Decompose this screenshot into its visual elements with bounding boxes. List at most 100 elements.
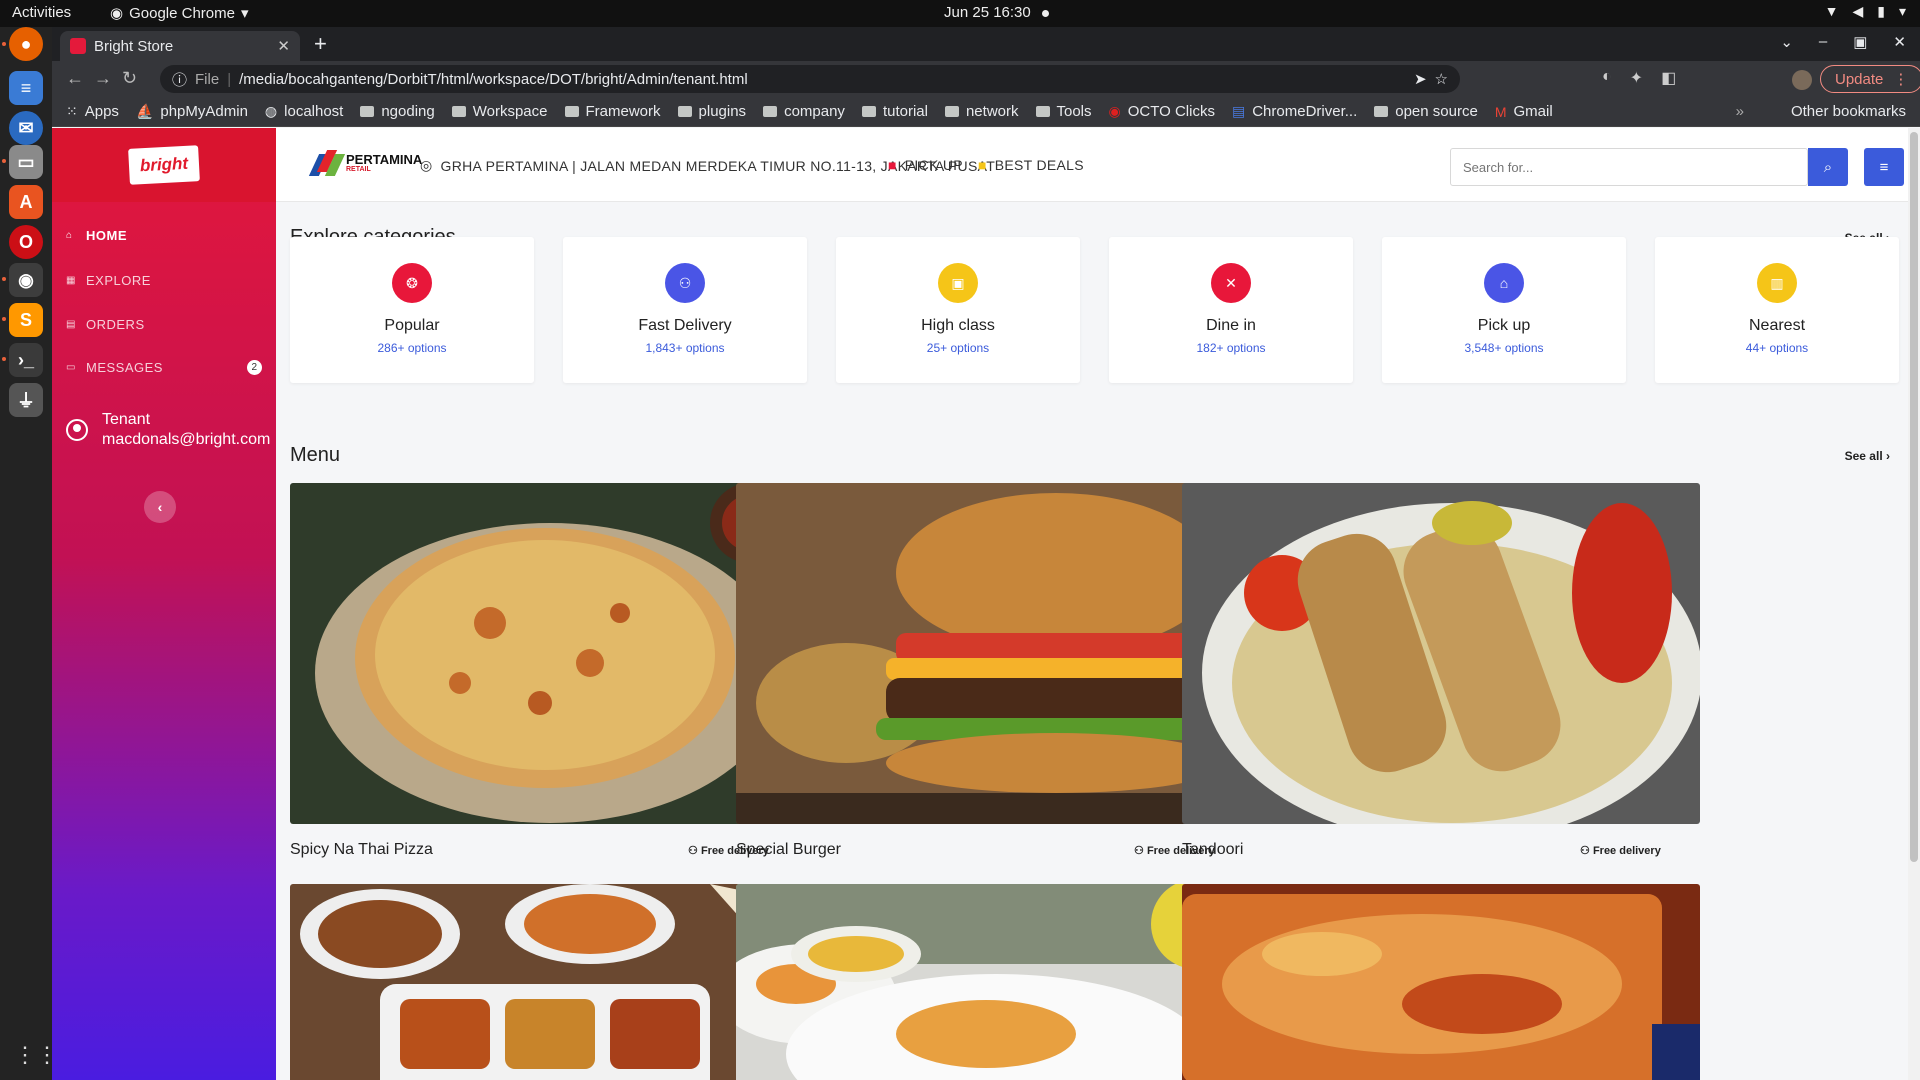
terminal-icon[interactable]: ›_ xyxy=(9,343,43,377)
store-icon: ⌂ xyxy=(1484,263,1524,303)
filter-icon: ≡ xyxy=(1879,158,1889,176)
menu-see-all[interactable]: See all › xyxy=(1845,449,1890,463)
close-window-button[interactable]: ✕ xyxy=(1893,33,1906,51)
files-icon[interactable]: ▭ xyxy=(9,145,43,179)
reload-button[interactable]: ↻ xyxy=(122,68,137,89)
collapse-sidebar-button[interactable]: ‹ xyxy=(144,491,176,523)
chrome-icon[interactable]: ◉ xyxy=(9,263,43,297)
send-icon[interactable]: ➤ xyxy=(1414,70,1427,88)
brand-logo-area[interactable]: bright xyxy=(52,128,276,202)
more-icon: ⋮ xyxy=(1893,71,1909,88)
address-bar[interactable]: ⓘ File | /media/bocahganteng/DorbitT/htm… xyxy=(160,65,1460,93)
bookmark-label: ngoding xyxy=(381,103,435,120)
bookmark-localhost[interactable]: ◍ localhost xyxy=(265,103,343,120)
menu-item-name[interactable]: Tandoori xyxy=(1182,841,1243,859)
bookmark-network[interactable]: network xyxy=(944,103,1019,120)
pizza-image[interactable] xyxy=(290,483,808,824)
filter-button[interactable]: ≡ xyxy=(1864,148,1904,186)
bookmark-label: Gmail xyxy=(1513,103,1553,120)
bookmark-chromedriver[interactable]: ▤ ChromeDriver... xyxy=(1232,103,1357,120)
menu-item-name[interactable]: Special Burger xyxy=(736,841,841,859)
bookmark-ngoding[interactable]: ngoding xyxy=(360,103,435,120)
bookmark-open-source[interactable]: open source xyxy=(1374,103,1478,120)
profile-avatar[interactable] xyxy=(1792,70,1812,90)
favicon-icon xyxy=(70,38,86,54)
bookmark-company[interactable]: company xyxy=(763,103,845,120)
app-menu[interactable]: ◉ Google Chrome ▾ xyxy=(110,4,249,23)
usb-drive-icon[interactable]: ⏚ xyxy=(9,383,43,417)
info-icon[interactable]: ⓘ xyxy=(172,69,187,90)
firefox-icon[interactable]: ● xyxy=(9,27,43,61)
search-button[interactable]: ⌕ xyxy=(1808,148,1848,186)
bookmark-workspace[interactable]: Workspace xyxy=(451,103,548,120)
puzzle-icon[interactable]: ✦ xyxy=(1630,68,1643,88)
menu-item-name[interactable]: Spicy Na Thai Pizza xyxy=(290,841,433,859)
pickup-link[interactable]: ■ PICK UP xyxy=(888,157,963,173)
extension-icon[interactable]: ◐ xyxy=(1602,68,1612,88)
text-editor-icon[interactable]: ≡ xyxy=(9,71,43,105)
user-role: Tenant xyxy=(102,411,151,428)
octo-icon: ◉ xyxy=(1108,103,1121,119)
search-input[interactable] xyxy=(1450,148,1808,186)
category-name: Dine in xyxy=(1206,317,1256,334)
bookmark-gmail[interactable]: M Gmail xyxy=(1495,103,1553,120)
minimize-button[interactable]: – xyxy=(1819,33,1827,51)
best-deals-link[interactable]: ■ BEST DEALS xyxy=(978,157,1084,173)
bag-icon: ■ xyxy=(888,157,897,173)
category-card-dine-in[interactable]: ✕ Dine in 182+ options xyxy=(1109,237,1353,383)
category-card-popular[interactable]: ❂ Popular 286+ options xyxy=(290,237,534,383)
user-email: macdonals@bright.com xyxy=(102,431,271,448)
bookmark-octo-clicks[interactable]: ◉ OCTO Clicks xyxy=(1109,103,1215,120)
forward-button[interactable]: → xyxy=(94,68,112,89)
update-button[interactable]: Update ⋮ xyxy=(1820,65,1920,93)
nav-explore[interactable]: ▦ EXPLORE xyxy=(66,273,262,288)
back-button[interactable]: ← xyxy=(66,68,84,89)
chevron-more-icon[interactable]: » xyxy=(1736,103,1744,120)
nav-messages[interactable]: ▭ MESSAGES 2 xyxy=(66,360,262,375)
app-sidebar: bright ⌂ HOME ▦ EXPLORE ▤ ORDERS ▭ MESSA… xyxy=(52,128,276,1080)
other-bookmarks[interactable]: Other bookmarks xyxy=(1784,103,1906,120)
bookmark-apps[interactable]: ⁙ Apps xyxy=(66,103,119,120)
nav-home[interactable]: ⌂ HOME xyxy=(66,228,262,243)
burger-image[interactable] xyxy=(736,483,1254,824)
nav-orders[interactable]: ▤ ORDERS xyxy=(66,317,262,332)
thunderbird-icon[interactable]: ✉ xyxy=(9,111,43,145)
sublime-icon[interactable]: S xyxy=(9,303,43,337)
system-top-bar: Activities ◉ Google Chrome ▾ Jun 25 16:3… xyxy=(0,0,1920,27)
wallet-icon: ▣ xyxy=(938,263,978,303)
browser-tab[interactable]: Bright Store ✕ xyxy=(60,31,300,61)
side-panel-icon[interactable]: ◧ xyxy=(1661,68,1676,88)
category-card-nearest[interactable]: ▥ Nearest 44+ options xyxy=(1655,237,1899,383)
software-center-icon[interactable]: A xyxy=(9,185,43,219)
opera-icon[interactable]: O xyxy=(9,225,43,259)
category-card-high-class[interactable]: ▣ High class 25+ options xyxy=(836,237,1080,383)
url-text: /media/bocahganteng/DorbitT/html/workspa… xyxy=(239,70,748,88)
star-icon[interactable]: ☆ xyxy=(1435,70,1448,88)
activities-button[interactable]: Activities xyxy=(12,4,71,21)
rice-platter-image[interactable] xyxy=(290,884,808,1080)
tandoori-image[interactable] xyxy=(1182,483,1700,824)
nav-label: EXPLORE xyxy=(86,273,151,288)
bookmark-tutorial[interactable]: tutorial xyxy=(861,103,928,120)
category-card-pick-up[interactable]: ⌂ Pick up 3,548+ options xyxy=(1382,237,1626,383)
scrollbar-thumb[interactable] xyxy=(1910,132,1918,862)
apps-grid-icon: ⁙ xyxy=(66,103,78,119)
bookmark-phpmyadmin[interactable]: ⛵ phpMyAdmin xyxy=(136,103,248,120)
page-scrollbar[interactable] xyxy=(1908,128,1920,1080)
seafood-image[interactable] xyxy=(736,884,1254,1080)
pertamina-brand[interactable]: PERTAMINA RETAIL xyxy=(308,150,422,176)
lasagna-image[interactable] xyxy=(1182,884,1700,1080)
clock[interactable]: Jun 25 16:30 xyxy=(944,4,1031,21)
category-card-fast-delivery[interactable]: ⚇ Fast Delivery 1,843+ options xyxy=(563,237,807,383)
bookmark-tools[interactable]: Tools xyxy=(1035,103,1092,120)
deal-tag-icon: ■ xyxy=(978,157,987,173)
bookmark-label: ChromeDriver... xyxy=(1252,103,1358,120)
tab-search-icon[interactable]: ⌄ xyxy=(1780,33,1793,51)
bookmark-framework[interactable]: Framework xyxy=(564,103,661,120)
user-profile[interactable]: Tenant macdonals@bright.com xyxy=(66,410,270,450)
bookmark-plugins[interactable]: plugins xyxy=(677,103,746,120)
system-tray[interactable]: ▼ ◀ ▮ ▾ xyxy=(1825,3,1906,20)
maximize-button[interactable]: ▣ xyxy=(1853,33,1867,51)
close-tab-icon[interactable]: ✕ xyxy=(277,37,290,55)
new-tab-button[interactable]: + xyxy=(314,31,327,57)
